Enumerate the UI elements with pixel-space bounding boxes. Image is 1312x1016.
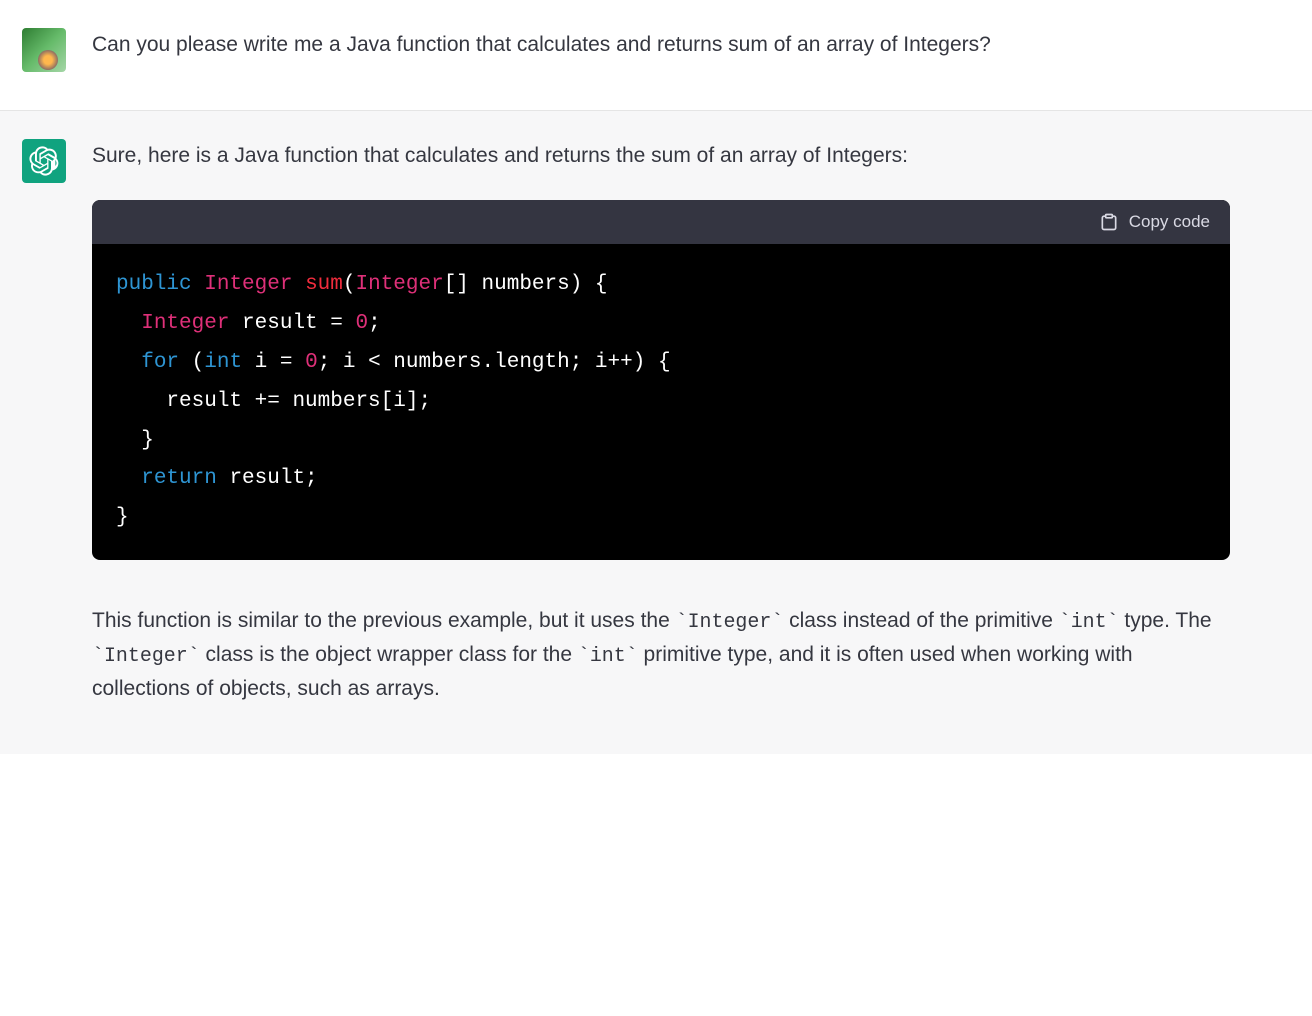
assistant-explanation: This function is similar to the previous…: [92, 604, 1230, 705]
user-message: Can you please write me a Java function …: [0, 0, 1312, 111]
clipboard-icon: [1099, 212, 1119, 232]
inline-code: `Integer`: [676, 610, 784, 633]
user-text: Can you please write me a Java function …: [92, 28, 1230, 62]
assistant-avatar: [22, 139, 66, 183]
inline-code: `int`: [1059, 610, 1119, 633]
assistant-intro: Sure, here is a Java function that calcu…: [92, 139, 1230, 173]
code-block: Copy code public Integer sum(Integer[] n…: [92, 200, 1230, 560]
inline-code: `int`: [578, 644, 638, 667]
user-avatar: [22, 28, 66, 72]
user-content: Can you please write me a Java function …: [92, 28, 1290, 82]
openai-logo-icon: [29, 146, 59, 176]
code-header: Copy code: [92, 200, 1230, 244]
assistant-message: Sure, here is a Java function that calcu…: [0, 111, 1312, 754]
inline-code: `Integer`: [92, 644, 200, 667]
assistant-content: Sure, here is a Java function that calcu…: [92, 139, 1290, 726]
copy-code-button[interactable]: Copy code: [1099, 212, 1210, 232]
code-content: public Integer sum(Integer[] numbers) { …: [92, 244, 1230, 560]
copy-code-label: Copy code: [1129, 212, 1210, 232]
